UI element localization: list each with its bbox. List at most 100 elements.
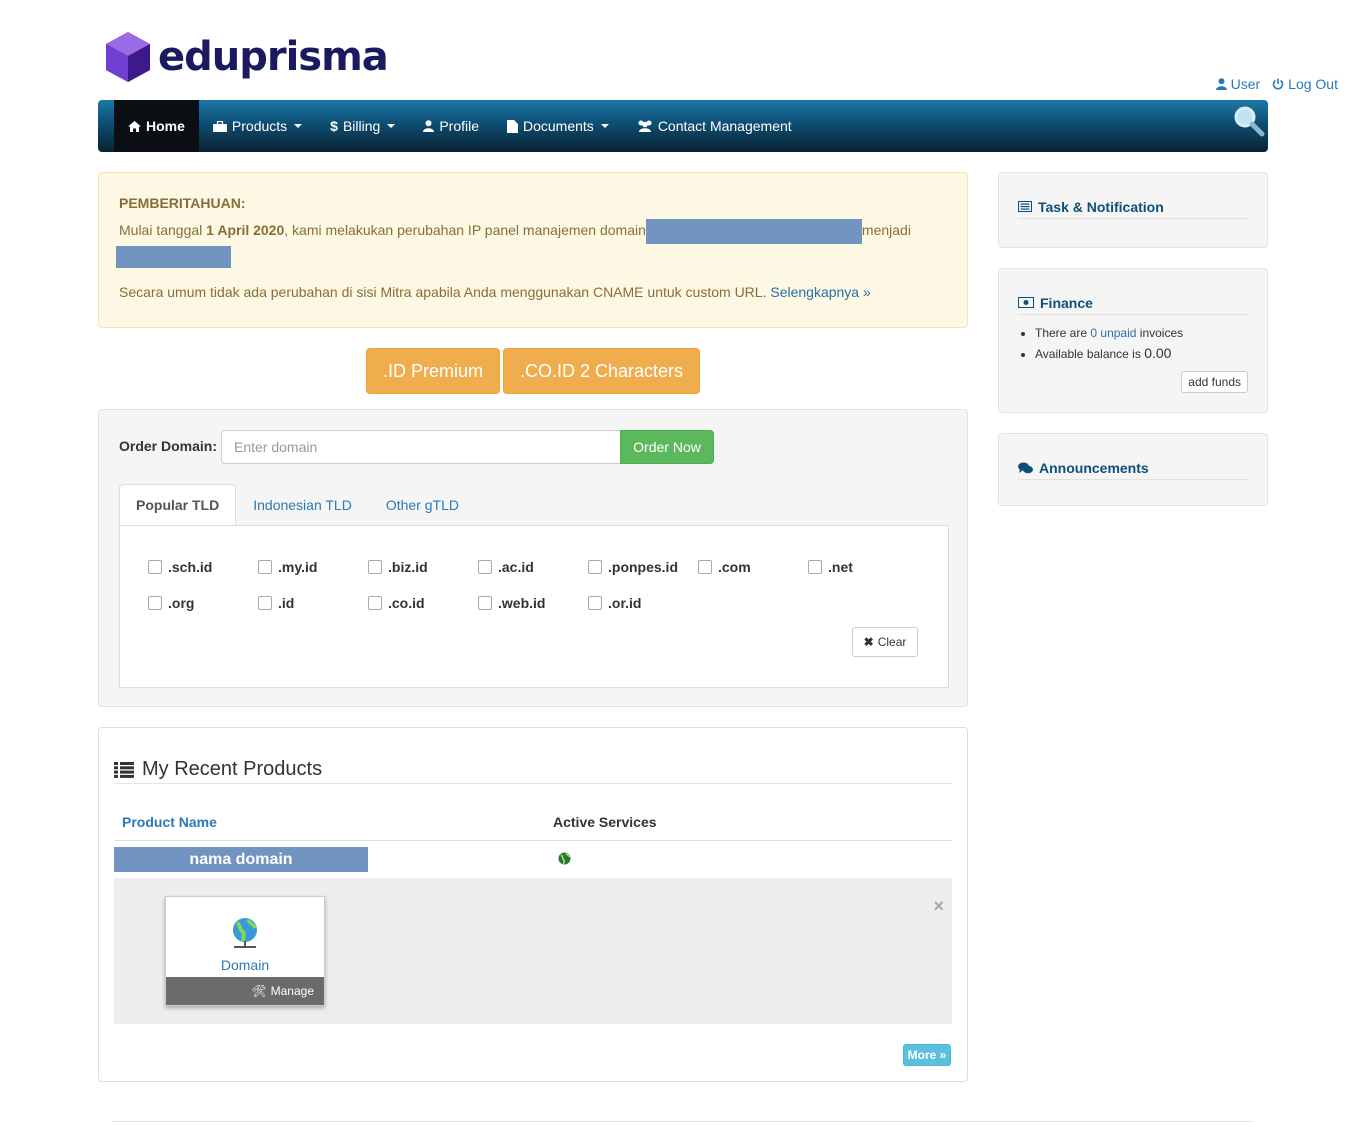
tld-label: .my.id [278,559,318,575]
tld-label: .ac.id [498,559,534,575]
chevron-down-icon [387,124,396,128]
tld-option[interactable]: .co.id [368,595,425,611]
tld-option[interactable]: .net [808,559,853,575]
checkbox[interactable] [588,596,602,610]
redacted-ip-new [116,246,231,268]
checkbox[interactable] [258,560,272,574]
checkbox[interactable] [148,560,162,574]
announcements-title: Announcements [1039,459,1149,476]
globe-icon [558,852,571,865]
notice-date: 1 April 2020 [206,222,285,239]
tld-option[interactable]: .sch.id [148,559,212,575]
id-premium-button[interactable]: .ID Premium [366,348,500,394]
tld-option[interactable]: .web.id [478,595,545,611]
main-navbar: Home Products $ Billing Profile Document… [98,100,1268,152]
notice-line-1: Mulai tanggal 1 April 2020, kami melakuk… [119,219,947,244]
tools-icon: 🛠 [251,984,267,998]
finance-title: Finance [1040,294,1093,311]
user-icon [423,120,435,132]
notification-list-icon [1018,201,1032,212]
domain-service-card[interactable]: Domain 🛠 Manage [165,896,325,1006]
redacted-ip-old [645,219,862,244]
product-detail-area: Domain 🛠 Manage × [114,878,952,1024]
finance-heading: Finance [1018,291,1248,315]
logout-link[interactable]: Log Out [1272,76,1338,92]
domain-search-input[interactable]: Enter domain [221,430,621,464]
user-menu: User Log Out [1215,76,1338,92]
tld-checkbox-list: .sch.id .my.id .biz.id .ac.id .ponpes.id… [119,525,949,688]
finance-list: There are 0 unpaid invoices Available ba… [1035,323,1183,364]
nav-billing[interactable]: $ Billing [316,100,409,152]
tld-option[interactable]: .or.id [588,595,641,611]
tab-other-gtld[interactable]: Other gTLD [369,484,476,526]
tld-option[interactable]: .my.id [258,559,317,575]
nav-contact-management[interactable]: Contact Management [623,100,806,152]
tld-option[interactable]: .ac.id [478,559,534,575]
checkbox[interactable] [808,560,822,574]
search-icon[interactable] [1232,104,1266,138]
checkbox[interactable] [368,596,382,610]
announcement-notice: PEMBERITAHUAN: Mulai tanggal 1 April 202… [98,172,968,328]
checkbox[interactable] [478,560,492,574]
nav-home[interactable]: Home [114,100,199,152]
tld-tabs: Popular TLD Indonesian TLD Other gTLD [119,484,476,526]
user-icon [1215,78,1227,90]
order-domain-panel: Order Domain: Enter domain Order Now Pop… [98,409,968,707]
nav-documents[interactable]: Documents [493,100,623,152]
column-header-product-name[interactable]: Product Name [122,814,217,830]
nav-home-label: Home [146,118,185,134]
more-button[interactable]: More » [903,1044,951,1066]
brand-logo[interactable]: eduprisma [104,30,389,84]
list-icon [114,761,134,778]
domain-card-label[interactable]: Domain [166,957,324,973]
briefcase-icon [212,120,227,132]
coid-2-characters-button[interactable]: .CO.ID 2 Characters [503,348,700,394]
checkbox[interactable] [478,596,492,610]
divider [114,840,952,841]
tld-label: .or.id [608,595,642,611]
product-name-cell[interactable]: nama domain [114,847,368,872]
checkbox[interactable] [258,596,272,610]
notice-title: PEMBERITAHUAN: [119,195,246,211]
tld-label: .id [278,595,295,611]
invoices-prefix: There are [1035,326,1091,340]
tld-label: .sch.id [168,559,213,575]
checkbox[interactable] [148,596,162,610]
unpaid-link[interactable]: unpaid [1100,326,1136,340]
invoices-suffix: invoices [1136,326,1184,340]
tld-option[interactable]: .ponpes.id [588,559,678,575]
recent-products-heading: My Recent Products [114,756,952,784]
unpaid-count-link[interactable]: 0 [1090,326,1097,340]
task-notification-panel: Task & Notification [998,172,1268,248]
document-icon [507,119,518,133]
checkbox[interactable] [698,560,712,574]
nav-profile[interactable]: Profile [409,100,493,152]
order-now-button[interactable]: Order Now [620,430,714,464]
tld-option[interactable]: .com [698,559,751,575]
nav-billing-label: Billing [342,118,381,134]
tld-label: .org [168,595,195,611]
nav-products[interactable]: Products [199,100,316,152]
tab-popular-tld[interactable]: Popular TLD [119,484,237,526]
manage-button[interactable]: 🛠 Manage [166,977,324,1005]
user-link[interactable]: User [1215,76,1260,92]
tab-indonesian-tld[interactable]: Indonesian TLD [236,484,369,526]
notice-line-2-text: Secara umum tidak ada perubahan di sisi … [119,284,767,300]
read-more-link[interactable]: Selengkapnya » [770,284,870,300]
checkbox[interactable] [588,560,602,574]
dollar-icon: $ [330,118,338,134]
tld-label: .co.id [388,595,425,611]
tld-option[interactable]: .org [148,595,194,611]
clear-button[interactable]: ✖ Clear [852,627,918,657]
close-icon[interactable]: × [933,896,944,917]
order-domain-label: Order Domain: [119,438,218,454]
checkbox[interactable] [368,560,382,574]
add-funds-button[interactable]: add funds [1181,371,1248,393]
logout-link-label: Log Out [1288,76,1338,92]
prism-logo-icon [104,30,152,84]
tld-label: .ponpes.id [608,559,678,575]
chevron-down-icon [600,124,609,128]
tld-option[interactable]: .id [258,595,294,611]
tld-option[interactable]: .biz.id [368,559,428,575]
column-header-active-services: Active Services [553,814,657,830]
